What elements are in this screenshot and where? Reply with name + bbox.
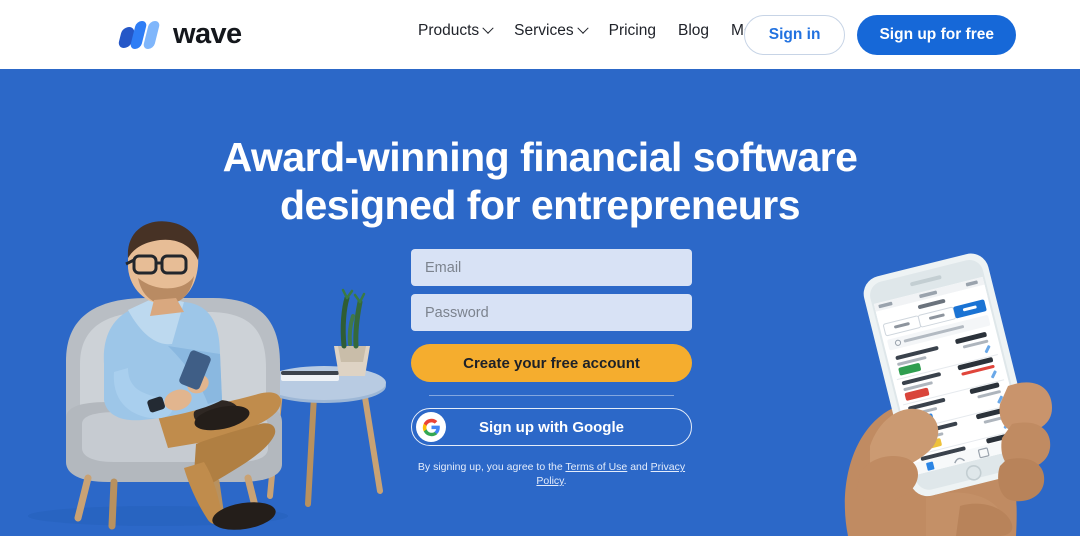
nav-label: Pricing — [608, 22, 656, 39]
google-g-icon — [416, 412, 446, 442]
hero-headline: Award-winning financial software designe… — [0, 133, 1080, 229]
signup-form: Create your free account Sign up with Go… — [411, 249, 692, 488]
wave-logo-icon — [117, 20, 164, 50]
nav-label: Blog — [678, 22, 710, 39]
google-button-label: Sign up with Google — [479, 418, 624, 436]
main-nav: Products Services Pricing Blog More — [418, 22, 782, 40]
headline-line-1: Award-winning financial software — [222, 134, 858, 180]
legal-prefix: By signing up, you agree to the — [417, 461, 566, 473]
site-header: wave Products Services Pricing Blog More — [0, 0, 1080, 69]
nav-item-blog[interactable]: Blog — [678, 22, 709, 40]
wave-logo-text: wave — [173, 18, 242, 50]
page-root: wave Products Services Pricing Blog More — [0, 0, 1080, 536]
chevron-down-icon — [576, 22, 589, 34]
nav-item-services[interactable]: Services — [514, 22, 589, 40]
password-input[interactable] — [411, 294, 692, 331]
nav-label: Services — [514, 22, 574, 39]
hero-right-photo — [830, 236, 1080, 536]
hero-section: Award-winning financial software designe… — [0, 69, 1080, 536]
nav-item-pricing[interactable]: Pricing — [609, 22, 656, 40]
form-divider — [429, 395, 674, 396]
nav-label: Products — [418, 22, 480, 39]
sign-in-button[interactable]: Sign in — [743, 15, 846, 55]
legal-text: By signing up, you agree to the Terms of… — [411, 460, 692, 488]
sign-up-with-google-button[interactable]: Sign up with Google — [411, 408, 692, 446]
legal-middle: and — [627, 461, 651, 473]
header-actions: Sign in Sign up for free — [743, 15, 1016, 55]
legal-suffix: . — [563, 475, 567, 487]
headline-line-2: designed for entrepreneurs — [279, 182, 801, 228]
hero-left-photo — [8, 186, 408, 536]
nav-item-products[interactable]: Products — [418, 22, 494, 40]
create-free-account-button[interactable]: Create your free account — [411, 344, 692, 382]
sign-up-for-free-button[interactable]: Sign up for free — [857, 15, 1016, 55]
email-input[interactable] — [411, 249, 692, 286]
terms-of-use-link[interactable]: Terms of Use — [565, 461, 627, 473]
wave-logo[interactable]: wave — [117, 18, 242, 51]
chevron-down-icon — [482, 22, 494, 34]
